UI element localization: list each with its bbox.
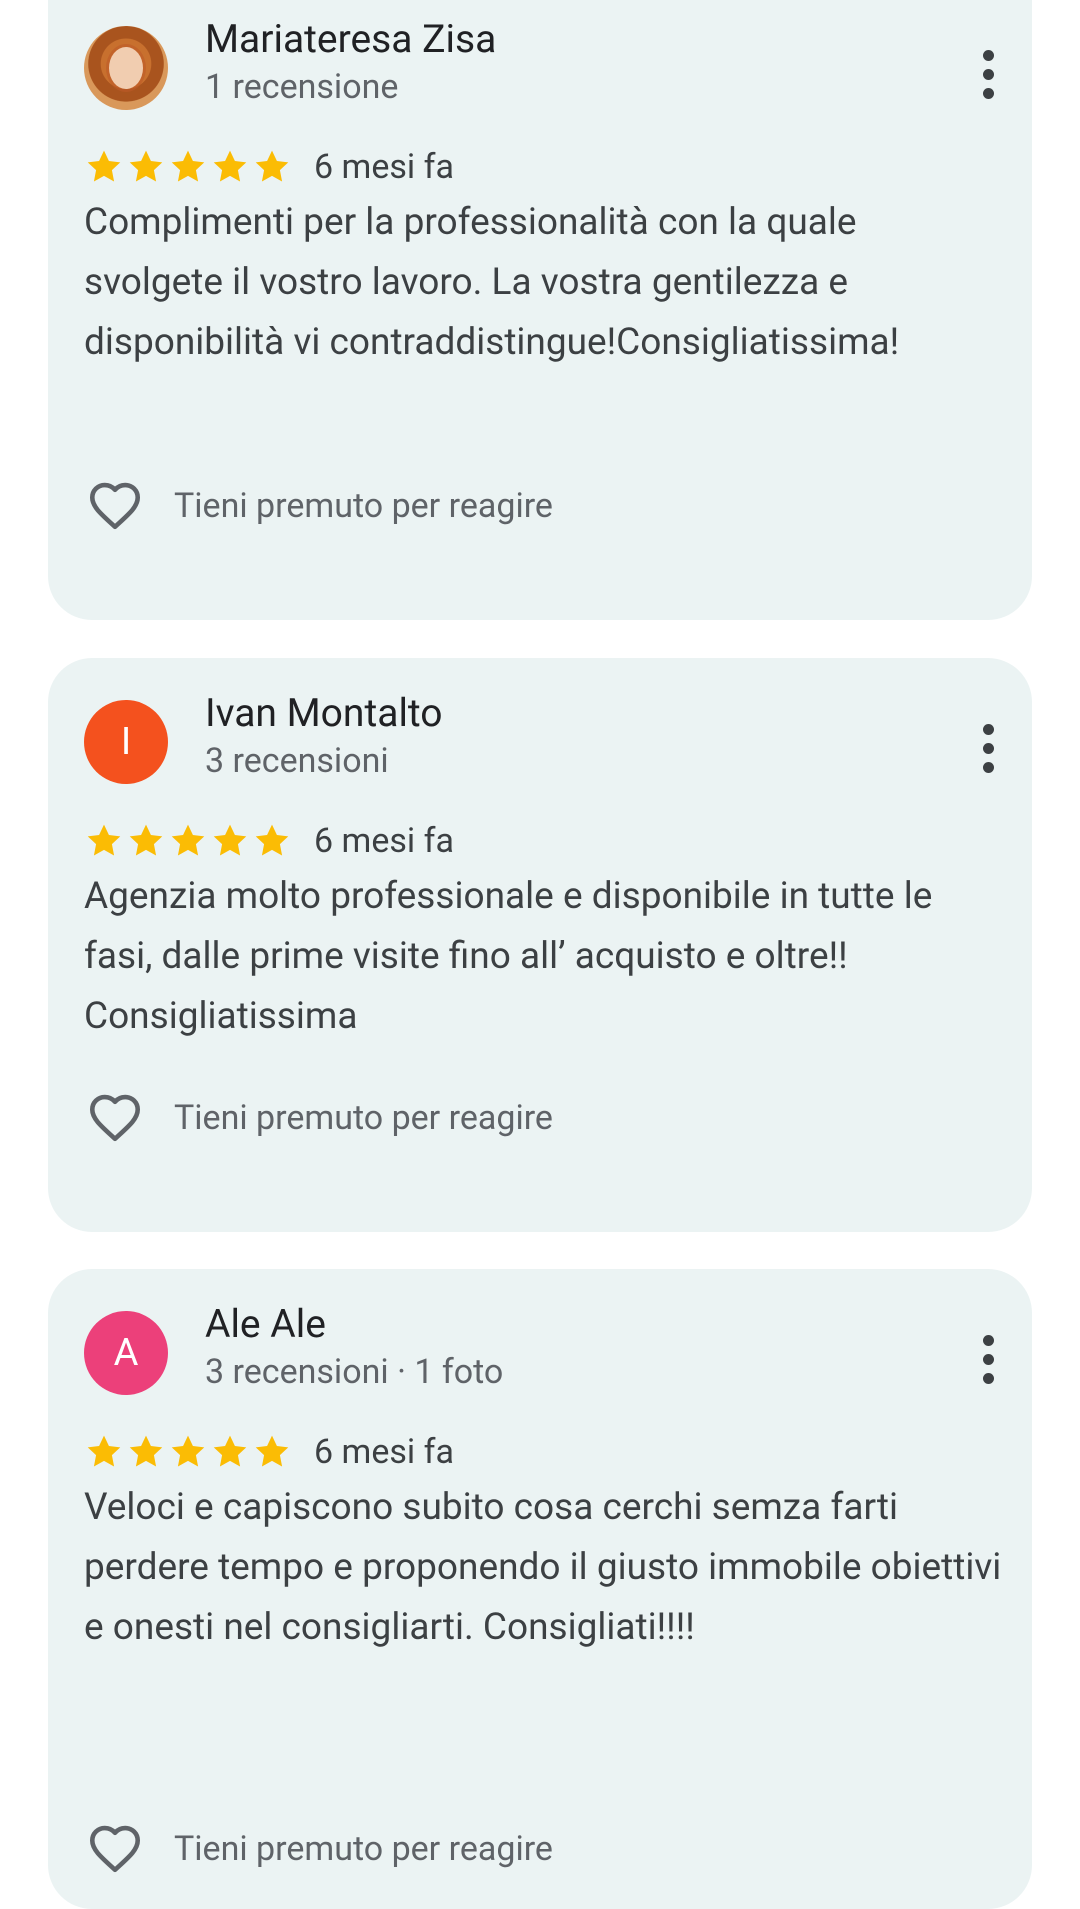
star-icon — [213, 1435, 247, 1467]
rating-row: 6 mesi fa — [84, 819, 454, 863]
star-icon — [171, 150, 205, 182]
reviewer-review-count: 3 recensioni — [205, 741, 389, 781]
react-label: Tieni premuto per reagire — [174, 1098, 553, 1138]
review-date: 6 mesi fa — [314, 821, 454, 861]
star-icon — [255, 150, 289, 182]
avatar[interactable]: I — [84, 700, 168, 784]
review-card: I Ivan Montalto 3 recensioni 6 mesi fa A… — [48, 658, 1032, 1232]
review-text: Veloci e capiscono subito cosa cerchi se… — [84, 1486, 1002, 1649]
star-icon — [171, 1435, 205, 1467]
more-options-button[interactable] — [968, 39, 1008, 109]
reviewer-name[interactable]: Ale Ale — [205, 1301, 326, 1347]
star-icon — [255, 1435, 289, 1467]
more-vert-icon — [982, 1334, 994, 1346]
reviewer-review-count: 3 recensioni · 1 foto — [205, 1352, 504, 1392]
react-button[interactable]: Tieni premuto per reagire — [84, 1819, 553, 1879]
star-icon — [87, 1435, 121, 1467]
more-options-button[interactable] — [968, 713, 1008, 783]
star-icon — [129, 1435, 163, 1467]
star-rating — [84, 1432, 292, 1472]
star-icon — [213, 824, 247, 856]
reviews-feed: Mariateresa Zisa 1 recensione 6 mesi fa … — [0, 0, 1080, 1909]
star-icon — [255, 824, 289, 856]
review-date: 6 mesi fa — [314, 147, 454, 187]
star-icon — [129, 150, 163, 182]
review-card: Mariateresa Zisa 1 recensione 6 mesi fa … — [48, 0, 1032, 620]
react-label: Tieni premuto per reagire — [174, 1829, 553, 1869]
star-rating — [84, 821, 292, 861]
review-text: Agenzia molto professionale e disponibil… — [84, 875, 933, 1038]
more-vert-icon — [982, 49, 994, 61]
react-button[interactable]: Tieni premuto per reagire — [84, 476, 553, 536]
more-vert-icon — [982, 723, 994, 735]
more-options-button[interactable] — [968, 1324, 1008, 1394]
heart-icon — [89, 482, 141, 530]
react-label: Tieni premuto per reagire — [174, 486, 553, 526]
star-rating — [84, 147, 292, 187]
star-icon — [171, 824, 205, 856]
rating-row: 6 mesi fa — [84, 145, 454, 189]
reviewer-name[interactable]: Mariateresa Zisa — [205, 16, 496, 62]
rating-row: 6 mesi fa — [84, 1430, 454, 1474]
heart-icon — [89, 1094, 141, 1142]
review-card: A Ale Ale 3 recensioni · 1 foto 6 mesi f… — [48, 1269, 1032, 1909]
star-icon — [129, 824, 163, 856]
reviewer-name[interactable]: Ivan Montalto — [205, 690, 443, 736]
star-icon — [213, 150, 247, 182]
review-text: Complimenti per la professionalità con l… — [84, 201, 900, 364]
avatar-photo — [109, 47, 143, 89]
heart-icon — [89, 1825, 141, 1873]
reviewer-review-count: 1 recensione — [205, 67, 399, 107]
react-button[interactable]: Tieni premuto per reagire — [84, 1088, 553, 1148]
avatar[interactable] — [84, 26, 168, 110]
star-icon — [87, 824, 121, 856]
avatar[interactable]: A — [84, 1311, 168, 1395]
review-date: 6 mesi fa — [314, 1432, 454, 1472]
star-icon — [87, 150, 121, 182]
